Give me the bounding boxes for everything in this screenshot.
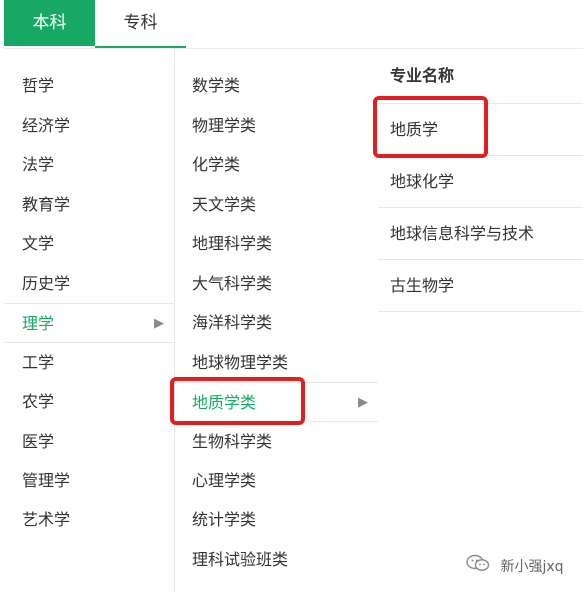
subcategory-item[interactable]: 化学类 [175,145,378,185]
arrow-right-icon: ▶ [154,316,164,331]
subcategory-item[interactable]: 心理学类 [175,461,378,501]
category-item[interactable]: 农学 [4,382,174,422]
category-item-label: 理学 [22,314,55,333]
major-item[interactable]: 古生物学 [378,260,583,312]
category-item[interactable]: 管理学 [4,461,174,501]
wechat-icon [466,554,490,580]
category-list: 哲学 经济学 法学 教育学 文学 历史学 理学 ▶ 工学 农学 医学 管理学 艺… [4,48,175,592]
category-item-selected[interactable]: 理学 ▶ [4,303,174,343]
category-item[interactable]: 法学 [4,145,174,185]
category-item[interactable]: 文学 [4,224,174,264]
major-item[interactable]: 地球信息科学与技术 [378,208,583,260]
subcategory-item[interactable]: 地球物理学类 [175,343,378,383]
subcategory-item[interactable]: 地理科学类 [175,224,378,264]
subcategory-item[interactable]: 数学类 [175,66,378,106]
subcategory-item[interactable]: 海洋科学类 [175,303,378,343]
subcategory-item[interactable]: 理科试验班类 [175,540,378,580]
category-item[interactable]: 工学 [4,343,174,383]
subcategory-item-label: 地质学类 [192,393,257,412]
degree-tabs: 本科 专科 [0,0,583,48]
category-item[interactable]: 艺术学 [4,500,174,540]
subcategory-item[interactable]: 天文学类 [175,185,378,225]
subcategory-item[interactable]: 统计学类 [175,500,378,540]
subcategory-item[interactable]: 大气科学类 [175,264,378,304]
category-item[interactable]: 教育学 [4,185,174,225]
category-item[interactable]: 经济学 [4,106,174,146]
watermark: 新小强jxq [466,554,564,578]
subcategory-item-selected[interactable]: 地质学类 ▶ [175,382,378,422]
category-item[interactable]: 历史学 [4,264,174,304]
category-item[interactable]: 医学 [4,422,174,462]
tab-undergraduate[interactable]: 本科 [4,0,95,46]
major-item[interactable]: 地球化学 [378,156,583,208]
arrow-right-icon: ▶ [358,395,368,410]
major-list-header: 专业名称 [390,66,455,85]
tab-associate[interactable]: 专科 [95,0,186,48]
category-item[interactable]: 哲学 [4,66,174,106]
subcategory-item[interactable]: 物理学类 [175,106,378,146]
major-item[interactable]: 地质学 [378,104,583,156]
subcategory-list: 数学类 物理学类 化学类 天文学类 地理科学类 大气科学类 海洋科学类 地球物理… [175,48,378,592]
watermark-text: 新小强jxq [500,559,564,575]
major-list: 专业名称 地质学 地球化学 地球信息科学与技术 古生物学 [378,48,583,312]
subcategory-item[interactable]: 生物科学类 [175,422,378,462]
